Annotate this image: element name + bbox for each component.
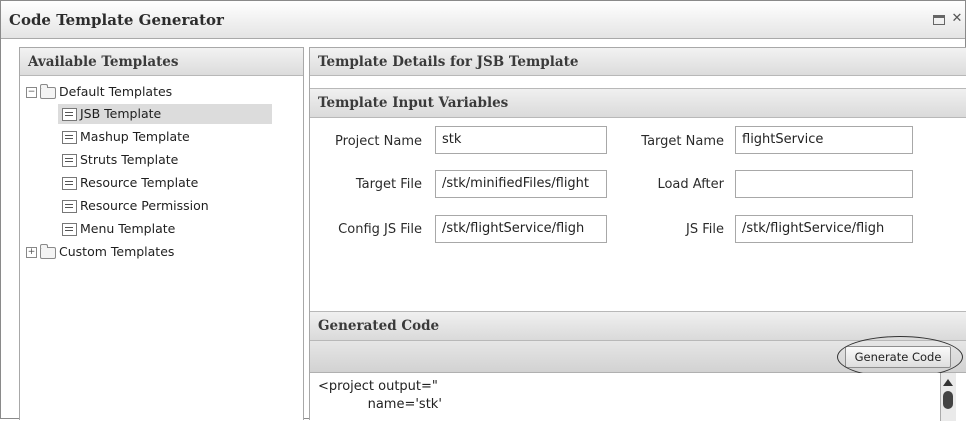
template-icon [62, 200, 77, 213]
config-js-file-label: Config JS File [338, 222, 422, 237]
generated-code-area[interactable]: <project output=" name='stk' [310, 373, 966, 421]
window-title: Code Template Generator [9, 11, 224, 29]
config-js-file-input[interactable]: /stk/flightService/fligh [435, 215, 607, 243]
code-line: name='stk' [318, 397, 442, 412]
expand-icon[interactable]: + [26, 247, 37, 258]
available-templates-header: Available Templates [20, 48, 303, 76]
collapse-icon[interactable]: − [26, 87, 37, 98]
template-input-variables-header: Template Input Variables [310, 88, 966, 118]
template-icon [62, 177, 77, 190]
target-file-input[interactable]: /stk/minifiedFiles/flight [435, 170, 607, 198]
template-details-panel: Template Details for JSB Template Templa… [309, 47, 966, 421]
tree-node-jsb-template[interactable]: JSB Template [58, 104, 272, 124]
folder-open-icon [40, 83, 56, 99]
tree-node-label: Custom Templates [59, 244, 175, 259]
maximize-icon[interactable] [931, 11, 947, 27]
template-icon [62, 131, 77, 144]
tree-node-label: JSB Template [80, 106, 162, 121]
generated-code-header: Generated Code [310, 311, 966, 341]
js-file-label: JS File [686, 222, 724, 237]
tree-node-label: Mashup Template [80, 129, 190, 144]
load-after-label: Load After [657, 177, 724, 192]
generated-code-toolbar: Generate Code [310, 341, 966, 373]
generate-code-button[interactable]: Generate Code [845, 346, 951, 368]
target-name-input[interactable]: flightService [735, 126, 913, 154]
tree-node-label: Menu Template [80, 221, 176, 236]
tree-node-label: Default Templates [59, 84, 173, 99]
project-name-input[interactable]: stk [435, 126, 607, 154]
window-titlebar: Code Template Generator ✕ [1, 1, 965, 39]
tree-node-mashup-template[interactable]: Mashup Template [62, 127, 190, 147]
load-after-input[interactable] [735, 170, 913, 198]
scroll-up-icon[interactable] [943, 379, 953, 386]
template-icon [62, 154, 77, 167]
tree-node-label: Resource Template [80, 175, 199, 190]
folder-icon [40, 243, 56, 259]
tree-node-label: Resource Permission [80, 198, 209, 213]
available-templates-panel: Available Templates − Default Templates J… [19, 47, 304, 420]
tree-node-default-templates[interactable]: − Default Templates [26, 82, 172, 102]
project-name-label: Project Name [335, 134, 422, 149]
target-file-label: Target File [355, 177, 422, 192]
target-name-label: Target Name [641, 134, 724, 149]
tree-node-menu-template[interactable]: Menu Template [62, 219, 175, 239]
template-icon [62, 223, 77, 236]
tree-node-struts-template[interactable]: Struts Template [62, 150, 178, 170]
tree-node-label: Struts Template [80, 152, 179, 167]
code-template-generator-window: Code Template Generator ✕ Available Temp… [0, 0, 966, 421]
template-details-header: Template Details for JSB Template [310, 48, 966, 76]
tree-node-resource-template[interactable]: Resource Template [62, 173, 198, 193]
tree-node-resource-permission[interactable]: Resource Permission [62, 196, 209, 216]
template-icon [62, 108, 77, 121]
scroll-thumb[interactable] [943, 391, 953, 409]
close-icon[interactable]: ✕ [949, 11, 965, 27]
js-file-input[interactable]: /stk/flightService/fligh [735, 215, 913, 243]
code-line: <project output=" [318, 379, 438, 394]
code-vertical-scrollbar[interactable] [940, 373, 956, 421]
tree-node-custom-templates[interactable]: + Custom Templates [26, 242, 174, 262]
